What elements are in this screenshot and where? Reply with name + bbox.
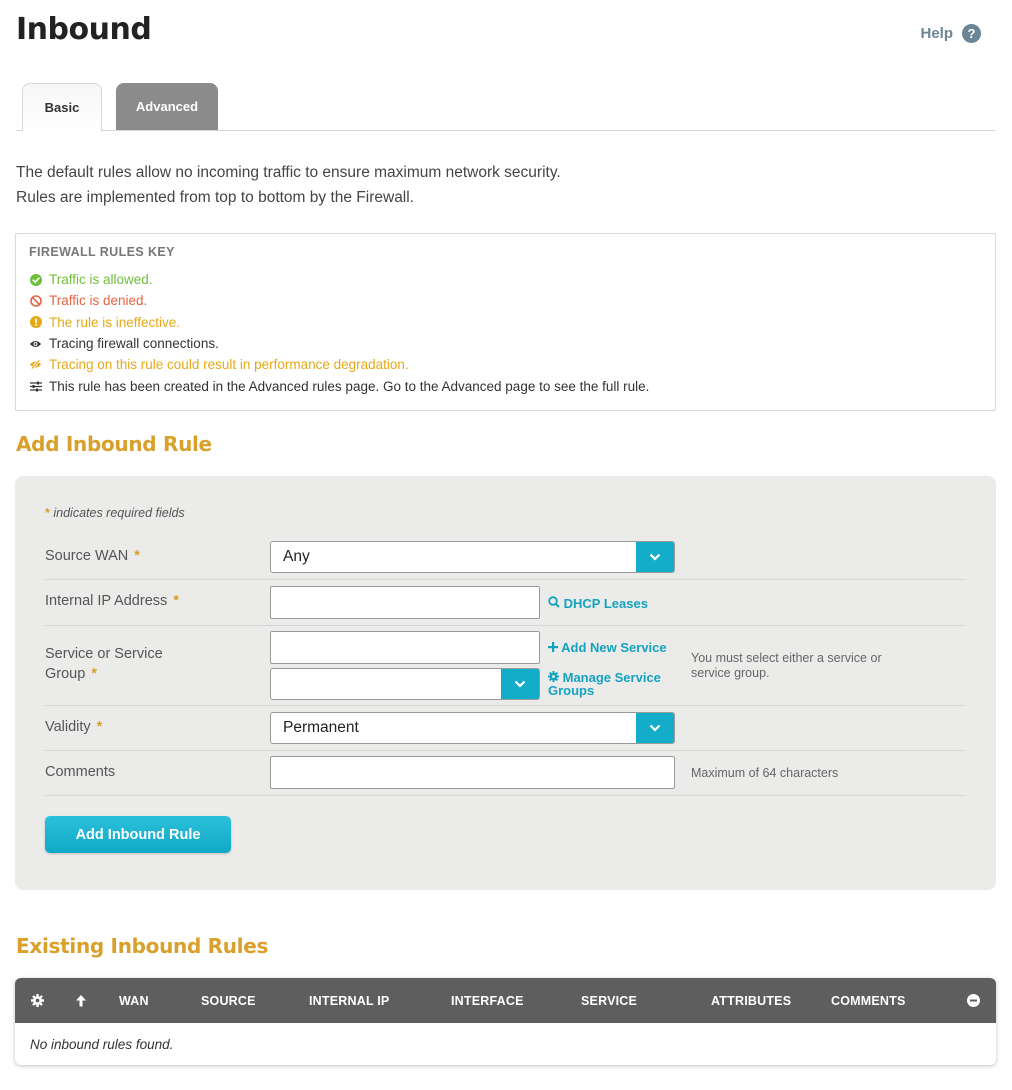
service-hint-line2: service group. (691, 666, 770, 680)
table-header: WAN SOURCE INTERNAL IP INTERFACE SERVICE… (15, 978, 996, 1023)
key-item-performance: Tracing on this rule could result in per… (29, 354, 982, 375)
chevron-down-icon[interactable] (501, 669, 539, 699)
comments-row: Comments Maximum of 64 characters (45, 751, 965, 796)
required-note-text: indicates required fields (53, 506, 185, 520)
source-wan-row: Source WAN * Any (45, 536, 965, 580)
question-circle-icon[interactable]: ? (962, 24, 981, 43)
sliders-icon (29, 381, 42, 392)
ban-icon (29, 295, 42, 307)
add-new-service-label: Add New Service (561, 640, 667, 655)
validity-label: Validity * (45, 717, 102, 737)
add-inbound-rule-button[interactable]: Add Inbound Rule (45, 816, 231, 853)
service-hint: You must select either a service or serv… (691, 651, 882, 681)
comments-label: Comments (45, 764, 116, 780)
source-wan-label: Source WAN * (45, 546, 140, 566)
validity-label-text: Validity (45, 719, 91, 735)
empty-table-message: No inbound rules found. (30, 1037, 174, 1052)
help-link[interactable]: Help ? (920, 24, 981, 43)
key-item-text: Traffic is allowed. (49, 272, 153, 288)
tab-basic[interactable]: Basic (22, 83, 102, 132)
key-item-text: This rule has been created in the Advanc… (49, 378, 650, 394)
column-internal-ip[interactable]: INTERNAL IP (309, 978, 389, 1023)
service-input[interactable] (270, 631, 540, 664)
required-star: * (134, 548, 140, 564)
key-item-advanced: This rule has been created in the Advanc… (29, 375, 982, 396)
column-interface[interactable]: INTERFACE (451, 978, 524, 1023)
key-item-text: Traffic is denied. (49, 293, 148, 309)
service-label-line1: Service or Service (45, 646, 163, 662)
validity-value: Permanent (283, 719, 359, 736)
page-title: Inbound (16, 12, 152, 47)
gear-icon[interactable] (31, 978, 44, 1023)
manage-service-groups-link[interactable]: Manage Service Groups (548, 671, 661, 697)
eye-icon (29, 339, 42, 349)
manage-service-label-line2: Groups (548, 683, 595, 698)
source-wan-label-text: Source WAN (45, 548, 129, 564)
key-item-allowed: Traffic is allowed. (29, 269, 982, 290)
required-note: * indicates required fields (45, 506, 185, 520)
eye-slash-icon (29, 359, 42, 370)
chevron-down-icon[interactable] (636, 713, 674, 743)
intro-text: The default rules allow no incoming traf… (16, 160, 976, 210)
dhcp-leases-label: DHCP Leases (563, 596, 648, 611)
exclamation-circle-icon (29, 316, 42, 329)
search-icon (548, 596, 564, 611)
key-item-ineffective: The rule is ineffective. (29, 312, 982, 333)
internal-ip-label: Internal IP Address * (45, 591, 179, 611)
column-attributes[interactable]: ATTRIBUTES (711, 978, 791, 1023)
add-rule-heading: Add Inbound Rule (16, 432, 212, 456)
internal-ip-label-text: Internal IP Address (45, 593, 168, 609)
existing-rules-table: WAN SOURCE INTERNAL IP INTERFACE SERVICE… (15, 978, 996, 1065)
add-rule-form: * indicates required fields Source WAN * … (15, 476, 996, 890)
column-wan[interactable]: WAN (119, 978, 149, 1023)
firewall-rules-key: FIREWALL RULES KEY Traffic is allowed. T… (15, 233, 996, 411)
dhcp-leases-link[interactable]: DHCP Leases (548, 596, 648, 610)
comments-input[interactable] (270, 756, 675, 789)
minus-circle-icon[interactable] (967, 978, 980, 1023)
tab-bar: Basic Advanced (16, 83, 996, 132)
service-hint-line1: You must select either a service or (691, 651, 882, 665)
service-label: Service or Service Group * (45, 644, 163, 684)
key-item-tracing: Tracing firewall connections. (29, 333, 982, 354)
key-item-denied: Traffic is denied. (29, 290, 982, 311)
chevron-down-icon[interactable] (636, 542, 674, 572)
service-group-select[interactable] (270, 668, 540, 700)
plus-icon (548, 640, 561, 655)
required-star: * (96, 719, 103, 735)
intro-line-1: The default rules allow no incoming traf… (16, 164, 561, 181)
service-row: Service or Service Group * Add New Servic… (45, 626, 965, 706)
column-service[interactable]: SERVICE (581, 978, 637, 1023)
column-comments[interactable]: COMMENTS (831, 978, 906, 1023)
key-item-text: Tracing on this rule could result in per… (49, 357, 409, 373)
validity-row: Validity * Permanent (45, 706, 965, 751)
existing-rules-heading: Existing Inbound Rules (16, 934, 269, 958)
add-new-service-link[interactable]: Add New Service (548, 641, 667, 654)
arrow-up-icon[interactable] (75, 978, 87, 1023)
comments-hint: Maximum of 64 characters (691, 766, 839, 780)
key-item-text: Tracing firewall connections. (49, 336, 219, 352)
help-label: Help (920, 25, 953, 42)
validity-select[interactable]: Permanent (270, 712, 675, 744)
source-wan-value: Any (283, 548, 310, 565)
intro-line-2: Rules are implemented from top to bottom… (16, 189, 415, 206)
service-label-line2: Group (45, 666, 86, 682)
required-star: * (45, 506, 50, 520)
column-source[interactable]: SOURCE (201, 978, 256, 1023)
internal-ip-input[interactable] (270, 586, 540, 619)
required-star: * (91, 666, 97, 682)
internal-ip-row: Internal IP Address * DHCP Leases (45, 580, 965, 626)
key-item-text: The rule is ineffective. (49, 314, 181, 330)
check-circle-icon (29, 273, 42, 286)
required-star: * (173, 593, 179, 609)
rules-key-title: FIREWALL RULES KEY (29, 245, 175, 259)
tab-advanced[interactable]: Advanced (116, 83, 218, 130)
source-wan-select[interactable]: Any (270, 541, 675, 573)
